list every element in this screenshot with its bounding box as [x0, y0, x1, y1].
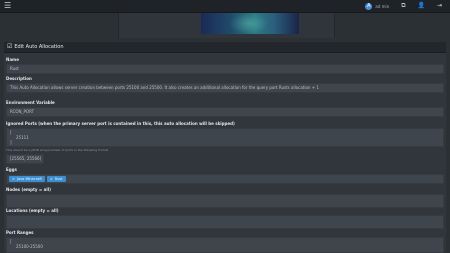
topbar-right: A ad min ⧉ 👤 ⇥ [365, 2, 442, 10]
remove-chip-icon[interactable]: × [12, 176, 15, 182]
nodes-label: Nodes (empty = all) [6, 187, 51, 192]
hamburger-menu-icon[interactable]: ☰ [4, 1, 11, 11]
port-ranges-line: 25100-25500 [16, 244, 43, 249]
card-header: ☑ Edit Auto Allocation [4, 42, 446, 53]
env-var-label: Environment Variable [6, 100, 55, 105]
name-field-group: Name Rust [6, 57, 444, 74]
eggs-field-group: Eggs × Java Minecraft × Rust [6, 167, 444, 184]
description-input[interactable]: This Auto Allocation allows server creat… [6, 83, 444, 93]
env-var-input[interactable]: RCON_PORT [6, 107, 444, 117]
nodes-input[interactable] [6, 194, 444, 208]
logout-icon[interactable]: ⇥ [437, 2, 442, 10]
port-ranges-field-group: Port Ranges [ 25100-25500 [6, 230, 444, 253]
egg-chip-label: Java Minecraft [16, 177, 42, 181]
edit-checkbox-icon: ☑ [7, 43, 13, 50]
description-label: Description [6, 76, 32, 81]
ignored-ports-example: [25565, 25566] [6, 154, 44, 164]
username-label: ad min [375, 3, 390, 9]
top-navbar: ☰ A ad min ⧉ 👤 ⇥ [0, 0, 450, 13]
egg-chip-label: Rust [54, 177, 63, 181]
ignored-ports-label: Ignored Ports (when the primary server p… [6, 121, 235, 126]
eggs-label: Eggs [6, 167, 17, 172]
description-field-group: Description This Auto Allocation allows … [6, 76, 444, 93]
name-input[interactable]: Rust [6, 64, 444, 74]
user-menu[interactable]: A ad min [365, 2, 390, 10]
locations-input[interactable] [6, 215, 444, 229]
port-ranges-label: Port Ranges [6, 230, 34, 235]
nodes-field-group: Nodes (empty = all) [6, 187, 444, 208]
edit-auto-allocation-card: ☑ Edit Auto Allocation Name Rust Descrip… [4, 42, 446, 253]
panels-icon[interactable]: ⧉ [401, 2, 405, 10]
user-icon[interactable]: 👤 [417, 2, 424, 10]
avatar: A [365, 2, 373, 10]
egg-chip[interactable]: × Java Minecraft [9, 176, 45, 182]
banner-glow [229, 13, 269, 34]
locations-label: Locations (empty = all) [6, 208, 59, 213]
env-var-field-group: Environment Variable RCON_PORT [6, 100, 444, 117]
ignored-ports-line: ] [10, 140, 12, 145]
locations-field-group: Locations (empty = all) [6, 208, 444, 229]
ignored-ports-help: This should be a JSON array(number of po… [6, 148, 109, 152]
name-label: Name [6, 57, 19, 62]
eggs-select[interactable]: × Java Minecraft × Rust [6, 174, 444, 184]
remove-chip-icon[interactable]: × [50, 176, 53, 182]
ignored-ports-textarea[interactable]: [ 25111 ] [6, 128, 444, 147]
ignored-ports-field-group: Ignored Ports (when the primary server p… [6, 121, 444, 164]
egg-chip[interactable]: × Rust [46, 176, 66, 182]
server-banner-panel [118, 13, 335, 38]
card-title: Edit Auto Allocation [14, 44, 64, 50]
